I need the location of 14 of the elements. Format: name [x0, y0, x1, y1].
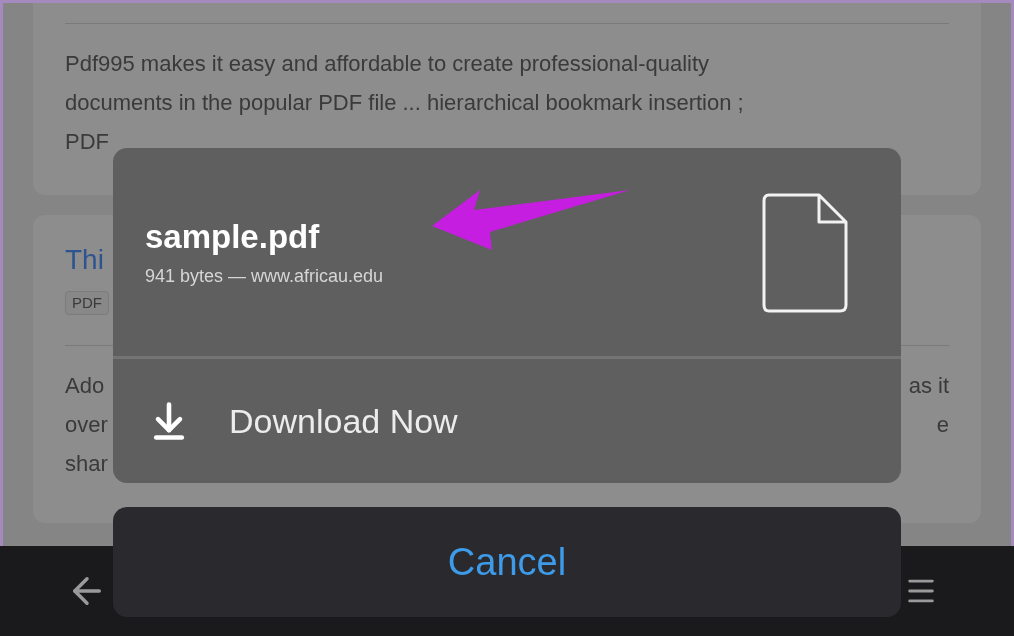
file-info: 941 bytes — www.africau.edu — [145, 264, 384, 288]
snippet-text: documents in the popular PDF file ... hierarchical bookmark insertion ; — [65, 89, 744, 117]
snippet-text: over — [65, 411, 108, 439]
cancel-button[interactable]: Cancel — [113, 507, 901, 617]
snippet-text: Ado — [65, 372, 105, 400]
snippet-text: Pdf995 makes it easy and affordable to create professional-quality — [65, 50, 710, 78]
snippet-text: PDF — [65, 128, 109, 156]
snippet-text: shar — [65, 450, 108, 478]
snippet-text: e — [936, 411, 949, 439]
document-icon — [761, 192, 849, 314]
file-name: sample.pdf — [145, 216, 321, 257]
download-now-button[interactable]: Download Now — [113, 359, 901, 483]
file-type-tag: PDF — [65, 291, 109, 315]
snippet-text: as it — [908, 372, 949, 400]
